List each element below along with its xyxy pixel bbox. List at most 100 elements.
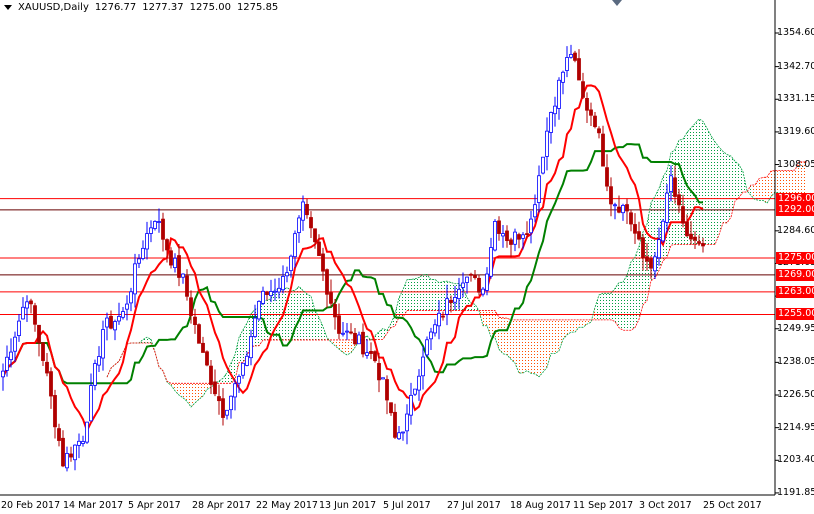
ichimoku-cloud-segment [603, 293, 607, 320]
ichimoku-cloud-segment [595, 294, 599, 320]
ichimoku-cloud-segment [727, 154, 731, 223]
ichimoku-cloud-segment [511, 319, 515, 364]
candle-body [25, 301, 29, 309]
candle-body [617, 206, 621, 213]
candle-body [685, 221, 689, 237]
ichimoku-cloud-segment [563, 319, 567, 340]
ichimoku-cloud-segment [523, 319, 527, 373]
candle-body [45, 361, 49, 374]
candle-body [141, 247, 145, 259]
ichimoku-cloud-segment [295, 286, 299, 340]
dropdown-triangle-icon[interactable] [4, 5, 12, 10]
candle-body [81, 441, 85, 444]
ichimoku-cloud-segment [375, 331, 379, 340]
ichimoku-cloud-segment [515, 319, 519, 374]
candle-body [65, 453, 69, 469]
candle-body [181, 273, 185, 278]
candle-body [593, 115, 597, 128]
ichimoku-cloud-segment [451, 282, 455, 311]
ichimoku-cloud-segment [695, 118, 699, 245]
candle-body [601, 133, 605, 167]
candle-body [449, 299, 453, 303]
candle-body [37, 324, 41, 344]
candle-body [569, 54, 573, 58]
ichimoku-cloud-segment [775, 170, 779, 194]
level-label: 1269.00 [776, 268, 814, 281]
price-tick: 1203.40 [777, 454, 814, 466]
candle-body [17, 320, 21, 336]
candle-body [213, 381, 217, 395]
candle-body [233, 383, 237, 398]
candle-body [261, 290, 265, 304]
date-tick: 5 Apr 2017 [128, 500, 181, 511]
candle-body [457, 288, 461, 300]
candle-body [149, 227, 153, 234]
candle-body [653, 256, 657, 272]
ichimoku-cloud-segment [531, 319, 535, 374]
candle-body [49, 371, 53, 397]
candle-body [461, 282, 465, 288]
date-tick: 14 Mar 2017 [63, 500, 124, 511]
date-tick: 20 Feb 2017 [1, 500, 61, 511]
candle-body [665, 192, 669, 223]
chart-window[interactable]: XAUUSD,Daily 1276.77 1277.37 1275.00 127… [0, 0, 814, 514]
candle-body [13, 336, 17, 352]
candle-body [473, 274, 477, 278]
low-value: 1275.00 [189, 2, 231, 13]
candle-body [197, 324, 201, 344]
candle-body [533, 204, 537, 218]
ichimoku-cloud-segment [631, 257, 635, 331]
candle-body [357, 334, 361, 345]
candle-body [285, 272, 289, 277]
candle-body [669, 175, 673, 192]
candle-body [309, 217, 313, 229]
candle-body [293, 233, 297, 258]
ichimoku-cloud-segment [307, 293, 311, 340]
candle-body [201, 342, 205, 353]
candle-body [673, 177, 677, 197]
ichimoku-cloud-segment [719, 147, 723, 235]
ichimoku-cloud-segment [503, 317, 507, 355]
high-value: 1277.37 [142, 2, 184, 13]
price-tick: 1249.95 [777, 322, 814, 334]
candle-body [157, 221, 161, 223]
ichimoku-cloud-segment [483, 310, 487, 326]
candle-body [61, 437, 65, 467]
candle-body [317, 241, 321, 256]
candle-body [373, 351, 377, 362]
price-tick: 1319.60 [777, 125, 814, 137]
candle-body [5, 356, 9, 371]
candle-body [257, 300, 261, 320]
candle-body [421, 356, 425, 377]
ichimoku-cloud-segment [615, 282, 619, 328]
candle-body [561, 71, 565, 83]
date-tick: 28 Apr 2017 [192, 500, 251, 511]
candle-body [557, 79, 561, 109]
chart-header: XAUUSD,Daily 1276.77 1277.37 1275.00 127… [4, 2, 278, 13]
candle-body [321, 253, 325, 272]
candle-body [489, 247, 493, 277]
candle-body [537, 175, 541, 203]
candle-body [597, 128, 601, 134]
shift-marker-icon[interactable] [612, 0, 622, 6]
date-tick: 11 Sep 2017 [573, 500, 634, 511]
candle-body [577, 58, 581, 81]
candle-body [477, 277, 481, 293]
candle-body [657, 239, 661, 259]
candle-body [521, 234, 525, 239]
candle-body [621, 204, 625, 214]
candle-body [553, 105, 557, 115]
candle-body [77, 440, 81, 446]
candle-body [581, 81, 585, 98]
candle-body [429, 331, 433, 340]
candle-body [221, 398, 225, 418]
ichimoku-cloud-segment [319, 317, 323, 340]
price-chart[interactable] [0, 0, 814, 514]
ichimoku-cloud-segment [431, 279, 435, 311]
candle-body [33, 305, 37, 325]
candle-body [485, 273, 489, 291]
candle-body [185, 275, 189, 297]
candle-body [169, 250, 173, 266]
ichimoku-cloud-segment [415, 277, 419, 311]
candle-body [69, 453, 73, 458]
